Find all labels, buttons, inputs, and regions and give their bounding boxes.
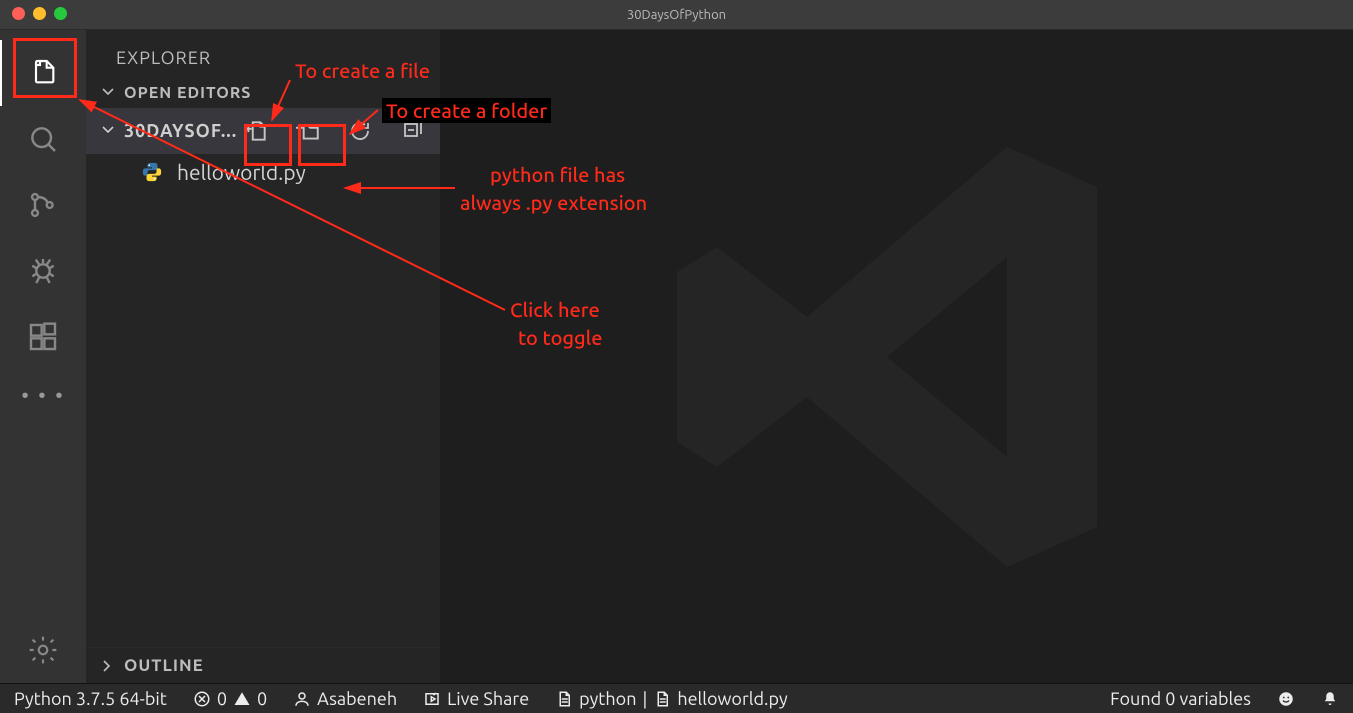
zoom-window-button[interactable] — [54, 7, 67, 20]
status-variables[interactable]: Found 0 variables — [1110, 689, 1251, 709]
vscode-watermark-icon — [647, 107, 1147, 607]
smiley-icon — [1277, 690, 1295, 708]
doc-icon — [653, 690, 671, 708]
collapse-all-button[interactable] — [393, 112, 431, 150]
status-bar: Python 3.7.5 64-bit 0 0 Asabeneh Live Sh… — [0, 683, 1353, 713]
status-python-version[interactable]: Python 3.7.5 64-bit — [14, 689, 167, 709]
explorer-sidebar: EXPLORER OPEN EDITORS 30DAYSOF... — [86, 30, 440, 683]
editor-area — [440, 30, 1353, 683]
workspace-name: 30DAYSOF... — [124, 121, 237, 141]
status-live-share[interactable]: Live Share — [423, 689, 529, 709]
outline-section[interactable]: OUTLINE — [86, 647, 440, 683]
activity-explorer[interactable] — [0, 40, 86, 106]
status-notifications[interactable] — [1321, 690, 1339, 708]
warning-icon — [233, 690, 251, 708]
refresh-icon — [348, 119, 372, 143]
activity-debug[interactable] — [0, 238, 86, 304]
new-file-button[interactable] — [237, 112, 275, 150]
file-tree-item[interactable]: helloworld.py — [86, 154, 440, 190]
status-problems[interactable]: 0 0 — [193, 689, 267, 709]
window-controls — [12, 7, 67, 20]
gear-icon — [27, 634, 59, 666]
collapse-icon — [400, 119, 424, 143]
search-icon — [27, 123, 59, 155]
bug-icon — [27, 255, 59, 287]
files-icon — [28, 57, 60, 89]
activity-settings[interactable] — [0, 617, 86, 683]
chevron-right-icon — [98, 658, 118, 674]
open-editors-label: OPEN EDITORS — [124, 84, 251, 102]
window-title: 30DaysOfPython — [627, 8, 726, 22]
chevron-down-icon — [100, 83, 116, 103]
activity-source-control[interactable] — [0, 172, 86, 238]
titlebar: 30DaysOfPython — [0, 0, 1353, 30]
error-icon — [193, 690, 211, 708]
status-feedback[interactable] — [1277, 690, 1295, 708]
live-share-icon — [423, 690, 441, 708]
chevron-down-icon — [100, 121, 116, 141]
git-icon — [27, 189, 59, 221]
activity-more[interactable]: • • • — [0, 370, 86, 420]
outline-label: OUTLINE — [124, 656, 204, 675]
workspace-folder-header[interactable]: 30DAYSOF... — [86, 108, 440, 154]
open-editors-section[interactable]: OPEN EDITORS — [86, 78, 440, 108]
activity-bar: • • • — [0, 30, 86, 683]
file-name: helloworld.py — [177, 160, 306, 184]
minimize-window-button[interactable] — [33, 7, 46, 20]
activity-search[interactable] — [0, 106, 86, 172]
sidebar-title: EXPLORER — [86, 30, 440, 78]
new-file-icon — [243, 118, 269, 144]
python-file-icon — [141, 161, 163, 183]
new-folder-button[interactable] — [289, 112, 327, 150]
bell-icon — [1321, 690, 1339, 708]
person-icon — [293, 690, 311, 708]
extensions-icon — [27, 321, 59, 353]
refresh-button[interactable] — [341, 112, 379, 150]
status-account[interactable]: Asabeneh — [293, 689, 397, 709]
new-folder-icon — [295, 118, 321, 144]
activity-extensions[interactable] — [0, 304, 86, 370]
folder-actions — [237, 112, 441, 150]
doc-icon — [555, 690, 573, 708]
status-language-file[interactable]: python | helloworld.py — [555, 689, 788, 709]
close-window-button[interactable] — [12, 7, 25, 20]
